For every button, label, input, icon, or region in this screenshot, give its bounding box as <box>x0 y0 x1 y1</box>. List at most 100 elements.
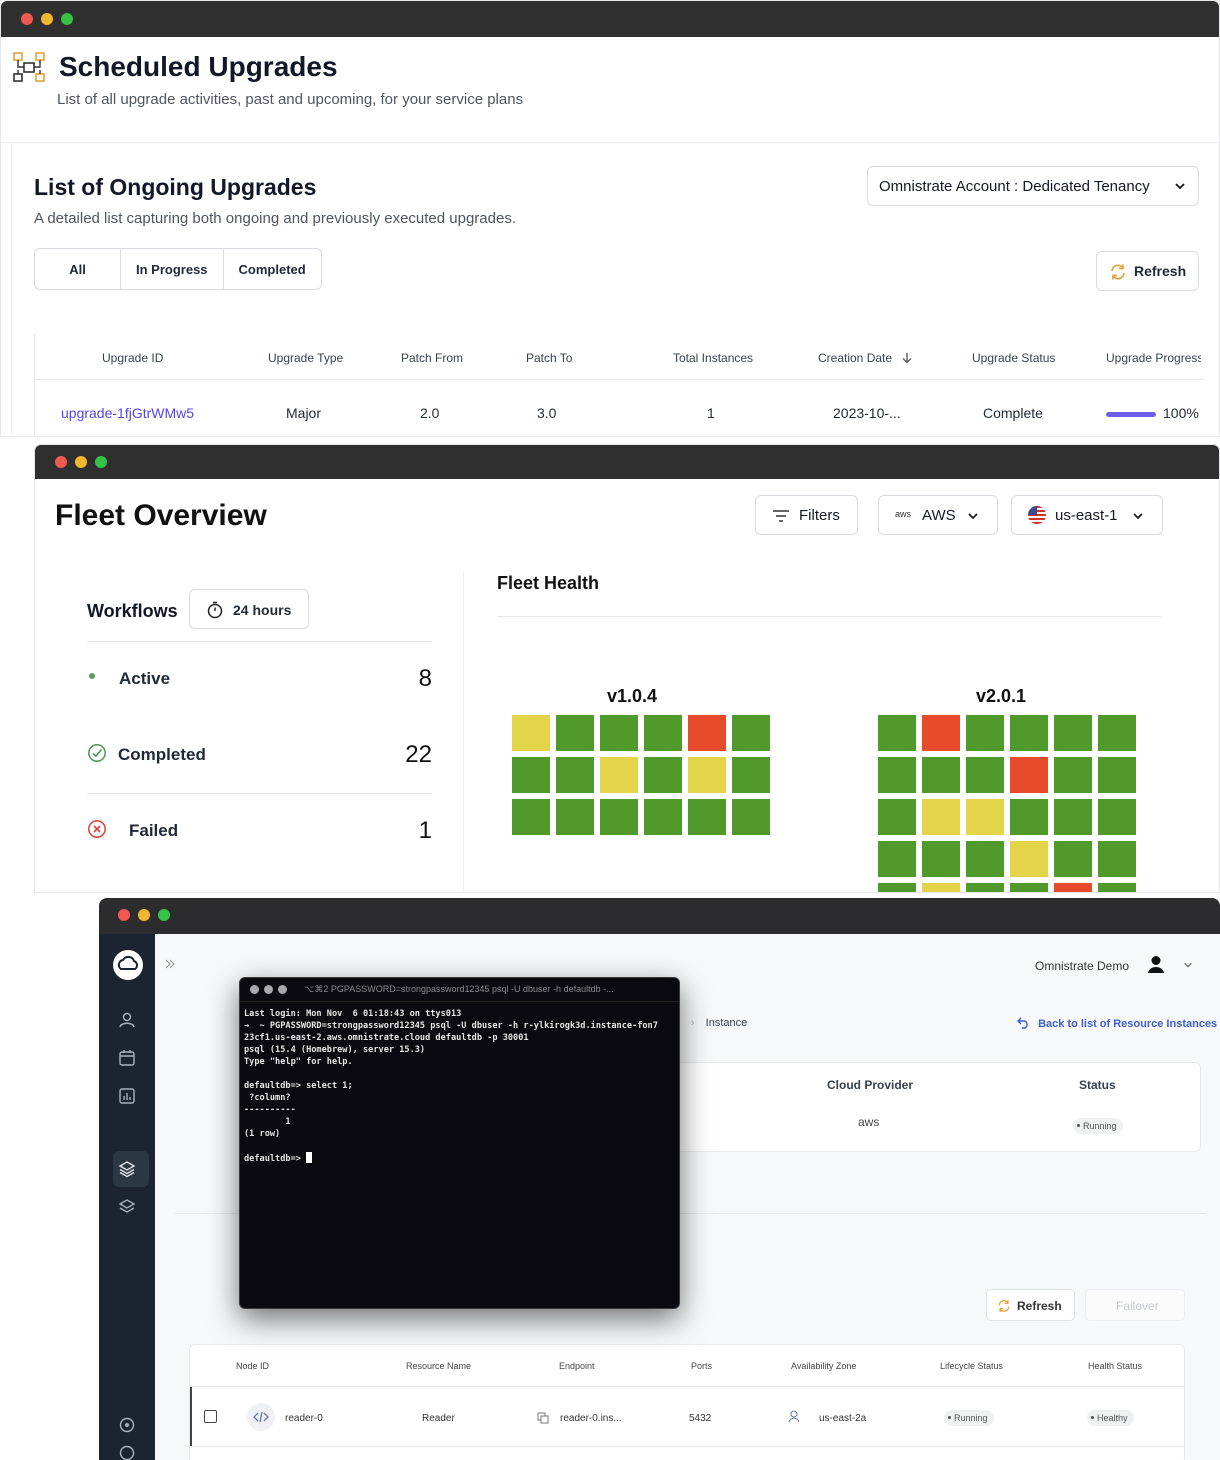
close-window-button[interactable] <box>55 456 67 468</box>
node-id-cell[interactable]: reader-0 <box>285 1413 323 1424</box>
health-cell[interactable] <box>966 883 1004 892</box>
health-cell[interactable] <box>556 757 594 793</box>
health-cell[interactable] <box>878 841 916 877</box>
layers-icon[interactable] <box>116 1158 138 1180</box>
minimize-window-button[interactable] <box>75 456 87 468</box>
health-cell[interactable] <box>732 715 770 751</box>
logout-icon[interactable] <box>116 1442 138 1460</box>
col-total-instances[interactable]: Total Instances <box>673 351 753 365</box>
health-cell[interactable] <box>1098 883 1136 892</box>
health-cell[interactable] <box>556 715 594 751</box>
health-cell[interactable] <box>600 799 638 835</box>
health-cell[interactable] <box>1010 757 1048 793</box>
terminal-close-button[interactable] <box>250 985 259 994</box>
health-cell[interactable] <box>922 841 960 877</box>
refresh-button[interactable]: Refresh <box>1096 251 1199 291</box>
workflow-row-active[interactable]: Active 8 <box>87 645 432 713</box>
health-cell[interactable] <box>1054 841 1092 877</box>
health-cell[interactable] <box>1098 841 1136 877</box>
maximize-window-button[interactable] <box>61 13 73 25</box>
chevron-down-icon[interactable] <box>1183 960 1193 970</box>
health-cell[interactable] <box>600 715 638 751</box>
health-cell[interactable] <box>644 799 682 835</box>
col-patch-from[interactable]: Patch From <box>401 351 463 365</box>
account-select[interactable]: Omnistrate Account : Dedicated Tenancy <box>867 166 1199 206</box>
health-cell[interactable] <box>1054 883 1092 892</box>
health-cell[interactable] <box>922 715 960 751</box>
back-to-instances-link[interactable]: Back to list of Resource Instances <box>1017 1017 1217 1030</box>
tab-completed[interactable]: Completed <box>224 249 321 289</box>
health-cell[interactable] <box>966 841 1004 877</box>
region-select[interactable]: us-east-1 <box>1011 495 1163 535</box>
col-patch-to[interactable]: Patch To <box>526 351 572 365</box>
terminal-window[interactable]: ⌥⌘2 PGPASSWORD=strongpassword12345 psql … <box>239 977 680 1309</box>
tab-all[interactable]: All <box>35 249 121 289</box>
col-creation-date[interactable]: Creation Date <box>818 351 913 365</box>
time-range-button[interactable]: 24 hours <box>189 589 309 629</box>
health-cell[interactable] <box>512 715 550 751</box>
user-name[interactable]: Omnistrate Demo <box>1035 959 1129 973</box>
health-cell[interactable] <box>688 799 726 835</box>
close-window-button[interactable] <box>21 13 33 25</box>
health-cell[interactable] <box>922 799 960 835</box>
help-icon[interactable] <box>116 1414 138 1436</box>
health-cell[interactable] <box>688 757 726 793</box>
filters-button[interactable]: Filters <box>755 495 858 535</box>
health-cell[interactable] <box>1010 799 1048 835</box>
tab-in-progress[interactable]: In Progress <box>121 249 224 289</box>
close-window-button[interactable] <box>118 909 130 921</box>
col-upgrade-type[interactable]: Upgrade Type <box>268 351 343 365</box>
failover-button[interactable]: Failover <box>1085 1289 1185 1321</box>
health-cell[interactable] <box>1010 883 1048 892</box>
refresh-button[interactable]: Refresh <box>986 1289 1075 1321</box>
workflow-row-completed[interactable]: Completed 22 <box>87 721 432 789</box>
health-cell[interactable] <box>966 757 1004 793</box>
health-cell[interactable] <box>556 799 594 835</box>
stack-icon[interactable] <box>116 1196 138 1218</box>
health-cell[interactable] <box>966 715 1004 751</box>
terminal-maximize-button[interactable] <box>278 985 287 994</box>
col-upgrade-status[interactable]: Upgrade Status <box>972 351 1055 365</box>
expand-sidebar-icon[interactable] <box>164 958 176 970</box>
minimize-window-button[interactable] <box>138 909 150 921</box>
health-cell[interactable] <box>878 715 916 751</box>
health-cell[interactable] <box>878 883 916 892</box>
health-cell[interactable] <box>600 757 638 793</box>
row-checkbox[interactable] <box>204 1410 217 1423</box>
health-cell[interactable] <box>1054 757 1092 793</box>
users-icon[interactable] <box>116 1009 138 1031</box>
chart-icon[interactable] <box>116 1085 138 1107</box>
maximize-window-button[interactable] <box>95 456 107 468</box>
maximize-window-button[interactable] <box>158 909 170 921</box>
terminal-minimize-button[interactable] <box>264 985 273 994</box>
col-upgrade-id[interactable]: Upgrade ID <box>102 351 163 365</box>
health-cell[interactable] <box>688 715 726 751</box>
health-cell[interactable] <box>512 757 550 793</box>
copy-icon[interactable] <box>537 1412 549 1424</box>
calendar-icon[interactable] <box>116 1047 138 1069</box>
health-cell[interactable] <box>1098 715 1136 751</box>
health-cell[interactable] <box>966 799 1004 835</box>
health-cell[interactable] <box>1098 757 1136 793</box>
health-cell[interactable] <box>1098 799 1136 835</box>
health-cell[interactable] <box>1010 715 1048 751</box>
health-cell[interactable] <box>922 883 960 892</box>
health-cell[interactable] <box>644 757 682 793</box>
workflow-row-failed[interactable]: Failed 1 <box>87 797 432 865</box>
logo-icon[interactable] <box>112 949 144 981</box>
health-cell[interactable] <box>512 799 550 835</box>
health-cell[interactable] <box>1010 841 1048 877</box>
health-cell[interactable] <box>878 799 916 835</box>
health-cell[interactable] <box>644 715 682 751</box>
health-cell[interactable] <box>732 757 770 793</box>
health-cell[interactable] <box>878 757 916 793</box>
col-upgrade-progress[interactable]: Upgrade Progress <box>1106 351 1201 365</box>
health-cell[interactable] <box>922 757 960 793</box>
health-cell[interactable] <box>1054 799 1092 835</box>
user-avatar-icon[interactable] <box>1146 954 1166 974</box>
minimize-window-button[interactable] <box>41 13 53 25</box>
cloud-provider-select[interactable]: aws AWS <box>878 495 998 535</box>
upgrade-id-link[interactable]: upgrade-1fjGtrWMw5 <box>61 405 194 421</box>
health-cell[interactable] <box>1054 715 1092 751</box>
health-cell[interactable] <box>732 799 770 835</box>
